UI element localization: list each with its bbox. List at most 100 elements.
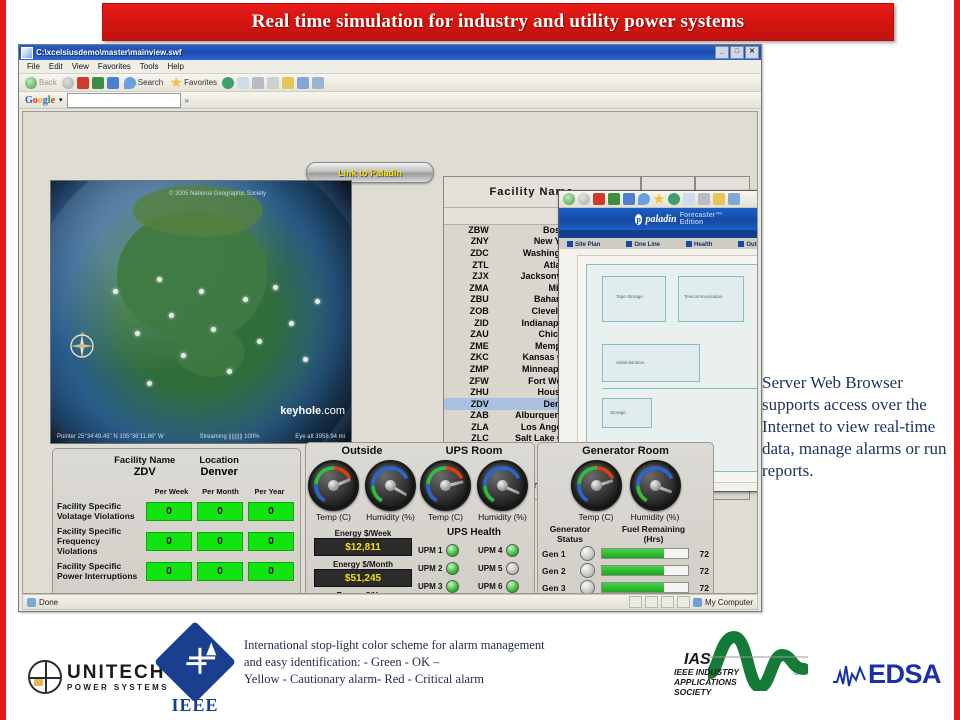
facility-marker[interactable] <box>169 313 174 318</box>
facility-marker[interactable] <box>243 297 248 302</box>
generator-row-gen-3: Gen 3 72 <box>538 580 713 593</box>
ups-unit-upm-6: UPM 6 <box>478 580 530 593</box>
paladin-tab-site-plan[interactable]: Site Plan <box>567 240 600 248</box>
facility-marker[interactable] <box>257 339 262 344</box>
google-dropdown-caret[interactable]: ▾ <box>59 96 63 104</box>
menu-tools[interactable]: Tools <box>140 62 159 71</box>
footer-area: UNITECH POWER SYSTEMS IEEE International… <box>6 615 954 720</box>
menu-edit[interactable]: Edit <box>49 62 63 71</box>
search-icon[interactable] <box>638 193 650 205</box>
paladin-brand-name: paladin <box>645 213 677 225</box>
refresh-icon[interactable] <box>608 193 620 205</box>
unitech-tagline: POWER SYSTEMS <box>67 682 169 692</box>
menu-view[interactable]: View <box>72 62 89 71</box>
facility-code: ZMA <box>469 282 489 293</box>
svg-text:®: ® <box>792 668 801 678</box>
ups-temp-label: Temp (C) <box>428 512 463 522</box>
forward-arrow-icon[interactable] <box>61 76 74 89</box>
facility-marker[interactable] <box>113 289 118 294</box>
browser-toolbar[interactable]: Back Search Favorites <box>19 74 761 92</box>
maximize-button[interactable]: □ <box>730 46 744 59</box>
paladin-toolbar[interactable] <box>559 191 757 208</box>
google-earth-globe-view[interactable]: © 2005 National Geographic Society N key… <box>50 180 352 444</box>
paladin-tab-one-line[interactable]: One Line <box>626 240 660 248</box>
ups-status-led-green <box>446 580 460 593</box>
print-icon[interactable] <box>252 76 265 89</box>
fp-label-storage: Storage <box>610 410 626 415</box>
facility-marker[interactable] <box>315 299 320 304</box>
edit-icon[interactable] <box>267 76 280 89</box>
ias-sub-1: IEEE INDUSTRY <box>674 667 740 677</box>
fuel-hours-value: 72 <box>699 582 709 593</box>
ups-status-led-green <box>446 544 460 557</box>
home-icon[interactable] <box>106 76 119 89</box>
ups-health-title: UPS Health <box>447 527 501 538</box>
home-icon[interactable] <box>623 193 635 205</box>
facility-marker[interactable] <box>199 289 204 294</box>
unitech-name: UNITECH <box>67 661 166 683</box>
facility-code: ZDV <box>470 398 489 409</box>
metric-value-box: 0 <box>197 531 243 551</box>
menu-help[interactable]: Help <box>167 62 183 71</box>
close-button[interactable]: ✕ <box>745 46 759 59</box>
facility-metric-row-2: Facility Specific Frequency Violations 0 0 0 <box>53 526 300 556</box>
energy-block-2: Energy $/Month $51,245 <box>314 560 412 587</box>
facility-marker[interactable] <box>181 353 186 358</box>
star-icon[interactable] <box>653 193 665 204</box>
back-button[interactable]: Back <box>23 76 59 89</box>
favorites-button[interactable]: Favorites <box>168 76 219 89</box>
map-pointer-coords: Pointer 25°34'49.45" N 105°36'11.86" W <box>57 433 164 440</box>
search-button[interactable]: Search <box>122 76 165 89</box>
google-search-input[interactable] <box>66 92 181 108</box>
facility-marker[interactable] <box>303 357 308 362</box>
history-icon[interactable] <box>222 76 235 89</box>
messenger-icon[interactable] <box>297 76 310 89</box>
ups-humidity-gauge: Humidity (%) <box>477 460 528 522</box>
generator-temp-gauge: Temp (C) <box>570 460 622 522</box>
window-controls[interactable]: _ □ ✕ <box>715 46 759 59</box>
ups-unit-label: UPM 1 <box>418 546 443 555</box>
facility-location-value: Denver <box>200 466 238 478</box>
facility-marker[interactable] <box>135 331 140 336</box>
facility-marker[interactable] <box>289 321 294 326</box>
outside-gauges: Temp (C) Humidity (%) <box>306 460 418 522</box>
facility-marker[interactable] <box>157 277 162 282</box>
metric-value-box: 0 <box>248 501 294 521</box>
browser-title: C:\xcelsiusdemo\master\mainview.swf <box>36 48 182 57</box>
mail-icon[interactable] <box>683 193 695 205</box>
browser-statusbar: Done My Computer <box>22 594 758 610</box>
media-icon[interactable] <box>312 76 325 89</box>
browser-menubar[interactable]: File Edit View Favorites Tools Help <box>19 60 761 74</box>
facility-marker[interactable] <box>147 381 152 386</box>
mail-icon[interactable] <box>237 76 250 89</box>
paladin-tab-health[interactable]: Health <box>686 240 712 248</box>
paladin-tab-outline[interactable]: Outline <box>738 240 757 248</box>
search-icon <box>123 76 136 89</box>
facility-marker[interactable] <box>227 369 232 374</box>
folder-icon[interactable] <box>713 193 725 205</box>
google-overflow-chevron[interactable]: » <box>185 96 189 105</box>
print-icon[interactable] <box>698 193 710 205</box>
refresh-icon[interactable] <box>91 76 104 89</box>
forward-arrow-icon[interactable] <box>578 193 590 205</box>
menu-file[interactable]: File <box>27 62 40 71</box>
facility-marker[interactable] <box>273 285 278 290</box>
messenger-icon[interactable] <box>728 193 740 205</box>
map-copyright: © 2005 National Geographic Society <box>169 191 267 197</box>
facility-marker[interactable] <box>211 327 216 332</box>
history-icon[interactable] <box>668 193 680 205</box>
generator-row-gen-1: Gen 1 72 <box>538 546 713 561</box>
generator-room-panel: Generator Room Temp (C) Humidity (%) Gen… <box>537 442 714 593</box>
back-arrow-icon <box>25 76 37 89</box>
back-arrow-icon[interactable] <box>563 193 575 205</box>
menu-favorites[interactable]: Favorites <box>98 62 131 71</box>
minimize-button[interactable]: _ <box>715 46 729 59</box>
generator-gauges: Temp (C) Humidity (%) <box>538 460 713 522</box>
metric-value-box: 0 <box>146 501 192 521</box>
stop-icon[interactable] <box>593 193 605 205</box>
fp-label-administration: Administration <box>616 360 645 365</box>
ups-gauges: Temp (C) Humidity (%) <box>418 460 530 522</box>
google-toolbar[interactable]: Google ▾ » <box>19 92 761 109</box>
folder-icon[interactable] <box>282 76 295 89</box>
stop-icon[interactable] <box>76 76 89 89</box>
